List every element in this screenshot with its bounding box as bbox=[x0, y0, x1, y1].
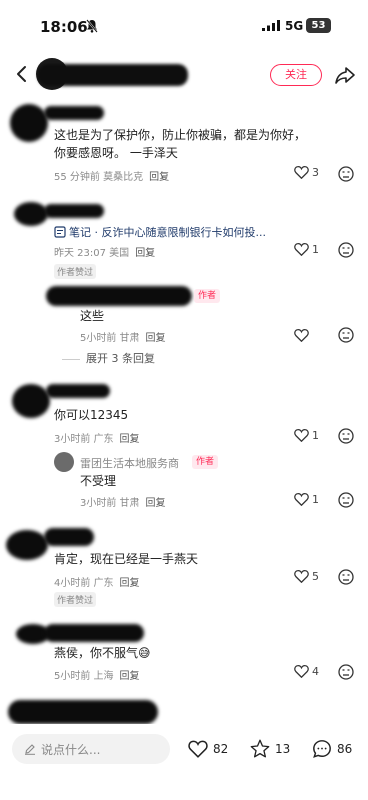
like-button[interactable]: 1 bbox=[294, 242, 319, 256]
comment-text: 燕侯，你不服气😅 bbox=[54, 646, 151, 660]
reply-button[interactable]: 回复 bbox=[120, 434, 140, 445]
reply-button[interactable]: 回复 bbox=[146, 498, 166, 509]
dislike-face-icon[interactable] bbox=[338, 166, 354, 182]
author-liked-tag: 作者赞过 bbox=[54, 592, 97, 607]
expand-replies-button[interactable]: 展开 3 条回复 bbox=[62, 350, 155, 366]
like-button[interactable]: 4 bbox=[294, 664, 319, 678]
reply-button[interactable]: 回复 bbox=[146, 333, 166, 344]
comment-meta: 4小时前 广东 回复 bbox=[54, 578, 140, 589]
reply-button[interactable]: 回复 bbox=[120, 578, 140, 589]
reply-author-avatar[interactable] bbox=[54, 452, 74, 472]
dislike-face-icon[interactable] bbox=[338, 327, 354, 343]
star-icon bbox=[250, 739, 270, 758]
reply-text: 不受理 bbox=[80, 474, 117, 488]
heart-icon bbox=[188, 740, 208, 758]
like-button[interactable]: 5 bbox=[294, 569, 319, 583]
comment-text: 肯定，现在已经是一手燕天 bbox=[54, 552, 199, 566]
reply-text: 这些 bbox=[80, 309, 105, 323]
comment-meta: 3小时前 广东 回复 bbox=[54, 434, 140, 445]
commenter-redacted[interactable] bbox=[14, 202, 48, 226]
status-bar: 18:06 5G 53 bbox=[0, 0, 368, 52]
network-label: 5G bbox=[285, 19, 304, 33]
star-count-button[interactable]: 13 bbox=[250, 739, 290, 758]
heart-icon bbox=[294, 665, 309, 678]
author-name-redacted[interactable] bbox=[38, 64, 188, 86]
status-time: 18:06 bbox=[40, 18, 88, 36]
commenter-name-redacted[interactable] bbox=[44, 528, 94, 546]
commenter-name-redacted[interactable] bbox=[44, 624, 144, 642]
heart-icon bbox=[294, 493, 309, 506]
author-liked-tag: 作者赞过 bbox=[54, 264, 97, 279]
dislike-face-icon[interactable] bbox=[338, 569, 354, 585]
reply-button[interactable]: 回复 bbox=[135, 248, 155, 259]
comment-bubble-icon bbox=[313, 740, 331, 758]
like-button[interactable]: 3 bbox=[294, 165, 319, 179]
share-icon[interactable] bbox=[334, 64, 356, 86]
bottom-bar: 说点什么... 82 13 86 bbox=[0, 724, 368, 800]
dislike-face-icon[interactable] bbox=[338, 664, 354, 680]
comment-text: 这也是为了保护你，防止你被骗，都是为你好，你要感恩呀。 一手泽天 bbox=[54, 128, 307, 160]
commenter-name-redacted[interactable] bbox=[44, 106, 104, 120]
comment-meta: 昨天 23:07 美国 回复 bbox=[54, 248, 156, 259]
comment-text: 你可以12345 bbox=[54, 408, 129, 422]
comment-count-button[interactable]: 86 bbox=[312, 739, 352, 759]
heart-icon bbox=[294, 243, 309, 256]
comment-meta: 5小时前 上海 回复 bbox=[54, 671, 140, 682]
like-count-button[interactable]: 82 bbox=[188, 739, 228, 758]
commenter-redacted[interactable] bbox=[6, 530, 48, 560]
next-commenter-redacted[interactable] bbox=[8, 700, 158, 724]
heart-icon[interactable] bbox=[294, 328, 309, 342]
commenter-redacted[interactable] bbox=[12, 384, 50, 418]
pen-icon bbox=[25, 744, 35, 755]
signal-icon bbox=[262, 20, 280, 31]
commenter-name-redacted[interactable] bbox=[46, 384, 110, 398]
heart-icon bbox=[294, 429, 309, 442]
reply-meta: 3小时前 甘肃 回复 bbox=[80, 498, 166, 509]
reply-button[interactable]: 回复 bbox=[149, 172, 169, 183]
comment-input-placeholder: 说点什么... bbox=[41, 742, 101, 757]
battery-icon: 53 bbox=[306, 18, 331, 33]
heart-icon bbox=[294, 166, 309, 179]
dislike-face-icon[interactable] bbox=[338, 242, 354, 258]
dislike-face-icon[interactable] bbox=[338, 428, 354, 444]
reply-meta: 5小时前 甘肃 回复 bbox=[80, 333, 166, 344]
comment-input[interactable]: 说点什么... bbox=[12, 734, 170, 764]
muted-bell-icon bbox=[86, 19, 98, 33]
follow-button[interactable]: 关注 bbox=[270, 64, 322, 86]
like-button[interactable]: 1 bbox=[294, 492, 319, 506]
note-icon bbox=[54, 226, 66, 238]
note-link[interactable]: 笔记 · 反诈中心随意限制银行卡如何投... bbox=[54, 224, 266, 240]
reply-author-name[interactable]: 雷团生活本地服务商 bbox=[80, 455, 179, 471]
commenter-name-redacted[interactable] bbox=[44, 204, 104, 218]
reply-button[interactable]: 回复 bbox=[120, 671, 140, 682]
reply-author-redacted[interactable] bbox=[46, 286, 192, 306]
author-badge: 作者 bbox=[194, 289, 221, 303]
heart-icon bbox=[294, 570, 309, 583]
top-nav: 关注 bbox=[0, 52, 368, 98]
commenter-redacted[interactable] bbox=[10, 104, 48, 142]
like-button[interactable]: 1 bbox=[294, 428, 319, 442]
dislike-face-icon[interactable] bbox=[338, 492, 354, 508]
comment-meta: 55 分钟前 莫桑比克 回复 bbox=[54, 172, 170, 183]
back-arrow-icon[interactable] bbox=[12, 64, 32, 84]
author-badge: 作者 bbox=[192, 455, 219, 469]
